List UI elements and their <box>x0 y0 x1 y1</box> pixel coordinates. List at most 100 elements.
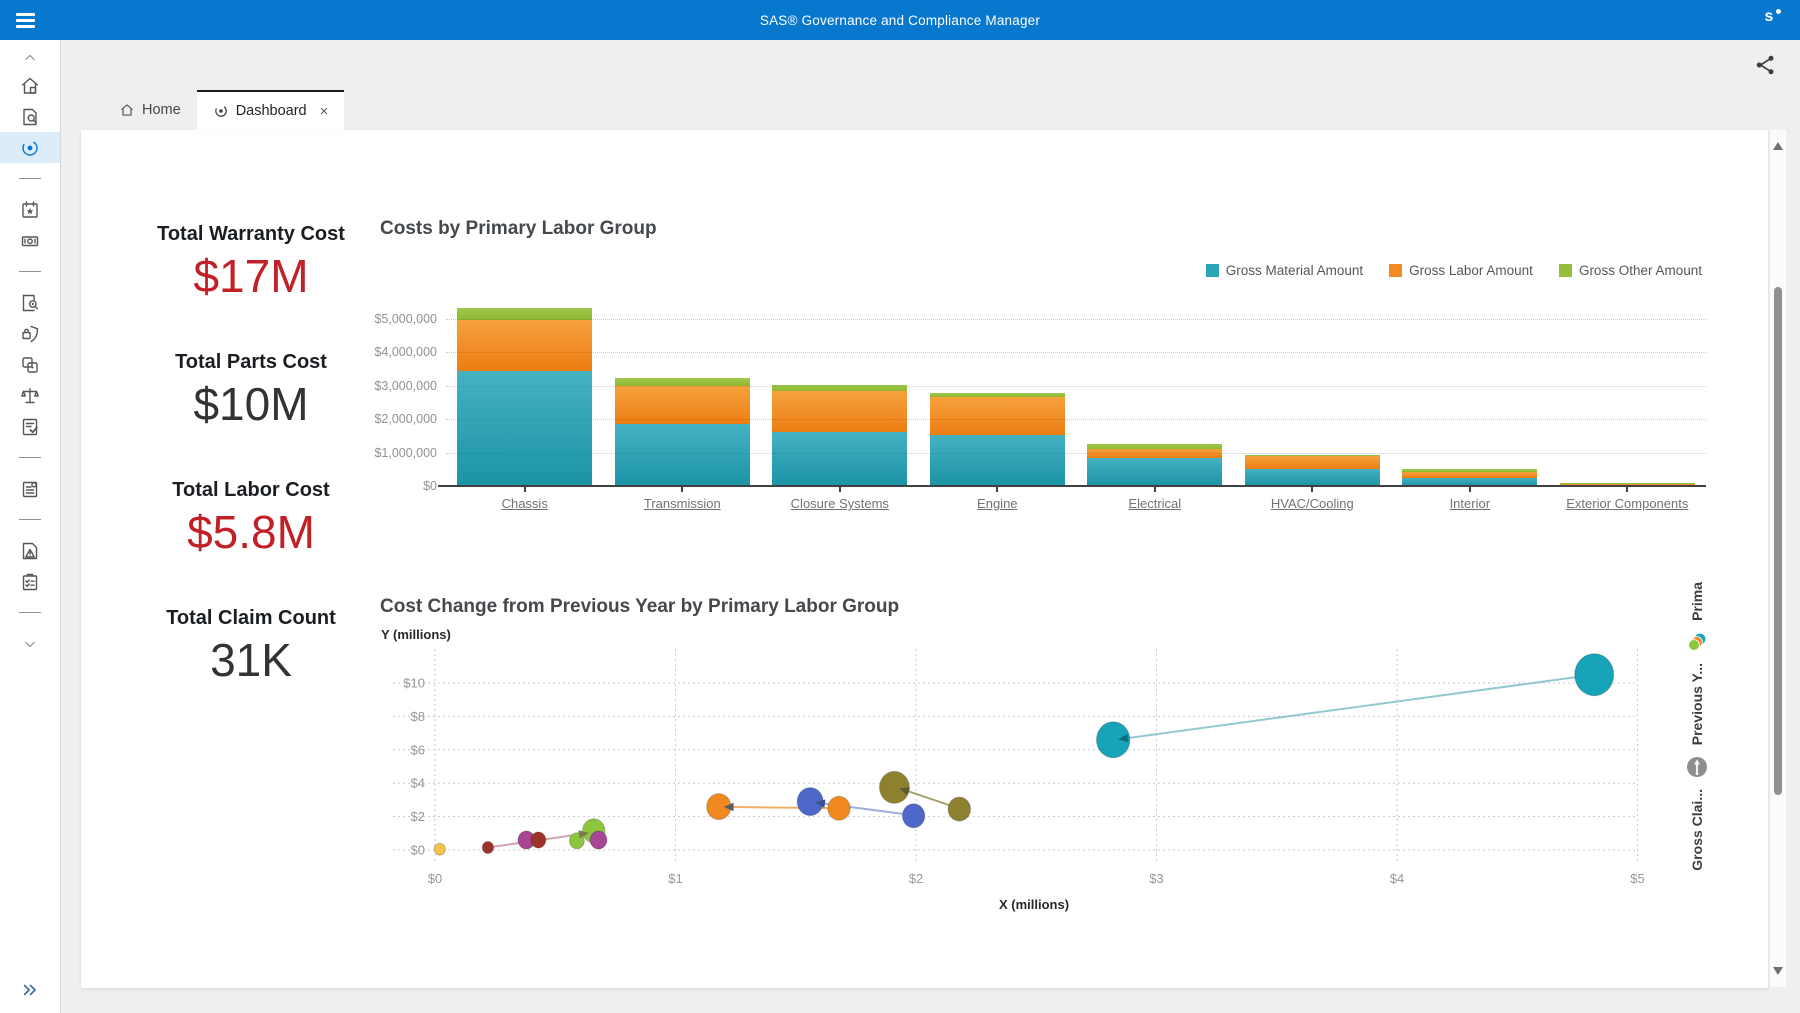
legend-item[interactable]: Gross Material Amount <box>1206 263 1363 278</box>
bar-segment[interactable] <box>1245 455 1380 456</box>
y-tick-label: $10 <box>403 676 425 691</box>
user-avatar[interactable]: s <box>1756 8 1782 32</box>
y-tick-label: $4 <box>411 776 425 791</box>
sidebar-item-calendar[interactable] <box>0 194 60 225</box>
sidebar-item-dashboard[interactable] <box>0 132 60 163</box>
legend-primary-label: Prima <box>1689 582 1705 621</box>
scales-icon <box>19 385 41 407</box>
arrow-circle-icon <box>1685 755 1709 779</box>
legend-gross-claim-label: Gross Clai... <box>1689 789 1705 871</box>
x-axis-tick <box>1469 487 1471 492</box>
bar-segment[interactable] <box>1087 458 1222 486</box>
cash-icon <box>19 230 41 252</box>
bubble[interactable] <box>902 804 924 828</box>
bar-segment[interactable] <box>615 378 750 386</box>
bar-segment[interactable] <box>1402 469 1537 472</box>
kpi-total-warranty-cost: Total Warranty Cost $17M <box>101 222 401 302</box>
x-axis-tick <box>996 487 998 492</box>
bar-segment[interactable] <box>457 308 592 320</box>
category-link[interactable]: Engine <box>912 496 1082 511</box>
bar-segment[interactable] <box>1087 444 1222 448</box>
main-content: Home Dashboard × Total Warranty Cost $17… <box>61 40 1800 1013</box>
bar-segment[interactable] <box>930 397 1065 435</box>
home-icon <box>19 75 41 97</box>
sidebar-divider <box>0 256 60 287</box>
sidebar-item-issues[interactable] <box>0 535 60 566</box>
bubble[interactable] <box>828 796 850 820</box>
scrollbar-thumb[interactable] <box>1774 287 1782 795</box>
bar-segment[interactable] <box>772 432 907 486</box>
sidebar-divider <box>0 597 60 628</box>
sidebar-item-home[interactable] <box>0 70 60 101</box>
sidebar-item-investigations[interactable] <box>0 287 60 318</box>
bar-segment[interactable] <box>772 385 907 391</box>
category-link[interactable]: Transmission <box>597 496 767 511</box>
legend-swatch <box>1559 264 1572 277</box>
bubble-chart-plot: $0$1$2$3$4$5$0$2$4$6$8$10 <box>381 645 1721 893</box>
sidebar-item-compliance[interactable] <box>0 380 60 411</box>
y-tick-label: $5,000,000 <box>311 311 437 327</box>
sidebar-item-tasks[interactable] <box>0 566 60 597</box>
avatar-initial: s <box>1765 8 1774 25</box>
category-link[interactable]: HVAC/Cooling <box>1227 496 1397 511</box>
bar-segment[interactable] <box>615 386 750 424</box>
sidebar-item-reports[interactable] <box>0 473 60 504</box>
tab-home[interactable]: Home <box>103 90 197 130</box>
bar-segment[interactable] <box>1402 472 1537 478</box>
document-check-icon <box>19 416 41 438</box>
x-axis-tick <box>839 487 841 492</box>
bubble[interactable] <box>948 797 970 821</box>
bar-segment[interactable] <box>1087 449 1222 458</box>
tab-label: Dashboard <box>236 103 307 119</box>
bar-segment[interactable] <box>1245 469 1380 486</box>
tab-dashboard[interactable]: Dashboard × <box>197 90 345 130</box>
kpi-label: Total Claim Count <box>101 606 401 630</box>
bubble[interactable] <box>1575 654 1614 696</box>
scroll-up-arrow-icon[interactable] <box>1773 142 1783 150</box>
bar-segment[interactable] <box>615 424 750 487</box>
grouped-bubbles-icon <box>1686 631 1708 653</box>
category-link[interactable]: Chassis <box>440 496 610 511</box>
share-button[interactable] <box>1754 53 1780 79</box>
bar-segment[interactable] <box>1245 456 1380 469</box>
bubble[interactable] <box>880 771 910 803</box>
sidebar-item-scenarios[interactable] <box>0 349 60 380</box>
sidebar-collapse-up[interactable] <box>0 44 60 70</box>
sidebar-item-claims-search[interactable] <box>0 101 60 132</box>
bar-segment[interactable] <box>930 435 1065 486</box>
bubble-chart-y-label: Y (millions) <box>381 627 451 642</box>
sidebar-item-costs[interactable] <box>0 225 60 256</box>
category-link[interactable]: Exterior Components <box>1542 496 1712 511</box>
sidebar-collapse-down[interactable] <box>0 628 60 659</box>
sidebar-item-assessments[interactable] <box>0 411 60 442</box>
legend-item[interactable]: Gross Other Amount <box>1559 263 1702 278</box>
category-link[interactable]: Closure Systems <box>755 496 925 511</box>
scroll-down-arrow-icon[interactable] <box>1773 967 1783 975</box>
sidebar-expand-button[interactable] <box>0 975 60 1005</box>
x-axis-tick <box>524 487 526 492</box>
bar-segment[interactable] <box>457 371 592 486</box>
bubble[interactable] <box>482 842 493 854</box>
vertical-scrollbar[interactable] <box>1770 130 1786 987</box>
document-warning-icon <box>19 540 41 562</box>
bar-segment[interactable] <box>930 393 1065 397</box>
x-axis-tick <box>1311 487 1313 492</box>
bubble[interactable] <box>434 843 445 855</box>
bubble[interactable] <box>590 831 607 849</box>
bar-segment[interactable] <box>772 391 907 432</box>
dashboard-gauge-icon <box>19 137 41 159</box>
kpi-label: Total Warranty Cost <box>101 222 401 246</box>
legend-item[interactable]: Gross Labor Amount <box>1389 263 1533 278</box>
sidebar-item-security[interactable] <box>0 318 60 349</box>
y-tick-label: $0 <box>311 478 437 494</box>
bubble[interactable] <box>531 832 546 848</box>
bar-segment[interactable] <box>457 320 592 371</box>
category-link[interactable]: Interior <box>1385 496 1555 511</box>
category-link[interactable]: Electrical <box>1070 496 1240 511</box>
app-title: SAS® Governance and Compliance Manager <box>0 0 1800 40</box>
kpi-total-claim-count: Total Claim Count 31K <box>101 606 401 686</box>
tab-close-icon[interactable]: × <box>320 103 329 120</box>
bubble-chart-title: Cost Change from Previous Year by Primar… <box>380 596 899 618</box>
file-search-alt-icon <box>19 292 41 314</box>
y-tick-label: $2 <box>411 809 425 824</box>
